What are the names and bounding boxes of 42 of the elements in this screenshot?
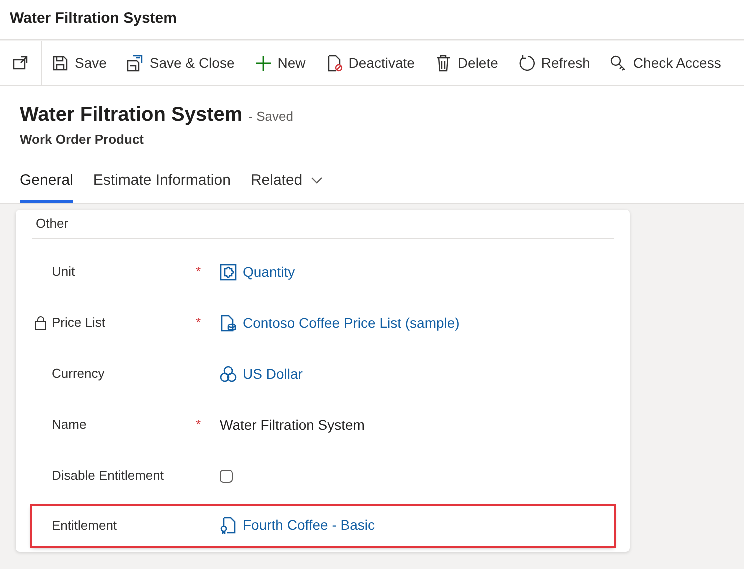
- document-block-button[interactable]: Deactivate: [316, 41, 425, 85]
- field-label: Unit: [52, 263, 76, 282]
- save-button[interactable]: Save: [42, 41, 117, 85]
- window-title: Water Filtration System: [10, 9, 177, 30]
- tab[interactable]: General: [20, 164, 74, 203]
- required-asterisk: *: [196, 417, 202, 432]
- puzzle-icon: [220, 264, 237, 280]
- record-title: Water Filtration System: [20, 104, 243, 126]
- trash-button[interactable]: Delete: [424, 41, 508, 85]
- trash-icon: [434, 54, 452, 72]
- save-status: - Saved: [248, 109, 294, 124]
- refresh-button[interactable]: Refresh: [508, 41, 600, 85]
- lookup-link[interactable]: Quantity: [243, 262, 296, 282]
- field-label: Disable Entitlement: [52, 467, 164, 486]
- required-asterisk: *: [196, 315, 202, 330]
- plus-icon: [254, 54, 272, 72]
- save-close-icon: [126, 54, 144, 72]
- checkbox[interactable]: [220, 470, 233, 482]
- save-icon: [52, 54, 69, 72]
- document-icon: [220, 314, 237, 332]
- field-value: Water Filtration System: [220, 416, 365, 435]
- popout-icon: [12, 54, 29, 72]
- lookup-link[interactable]: US Dollar: [243, 364, 303, 384]
- tab[interactable]: Related: [250, 164, 323, 203]
- document-block-icon: [326, 54, 343, 72]
- save-close-button[interactable]: Save & Close: [116, 41, 245, 85]
- plus-button[interactable]: New: [244, 41, 316, 85]
- field-label: Entitlement: [52, 516, 118, 535]
- section-title: Other: [32, 214, 614, 238]
- field-label: Name: [52, 416, 87, 434]
- lookup-link[interactable]: Fourth Coffee - Basic: [243, 515, 376, 536]
- coins-icon: [220, 366, 237, 382]
- entity-name: Work Order Product: [20, 131, 146, 149]
- refresh-icon: [518, 54, 536, 72]
- document-icon: [220, 517, 237, 534]
- key-button[interactable]: Check Access: [600, 41, 732, 85]
- required-asterisk: *: [196, 264, 202, 280]
- key-icon: [610, 54, 628, 72]
- lookup-link[interactable]: Contoso Coffee Price List (sample): [243, 312, 460, 334]
- tab[interactable]: Estimate Information: [93, 164, 231, 203]
- field-label: Currency: [52, 365, 105, 384]
- field-label: Price List: [52, 314, 106, 332]
